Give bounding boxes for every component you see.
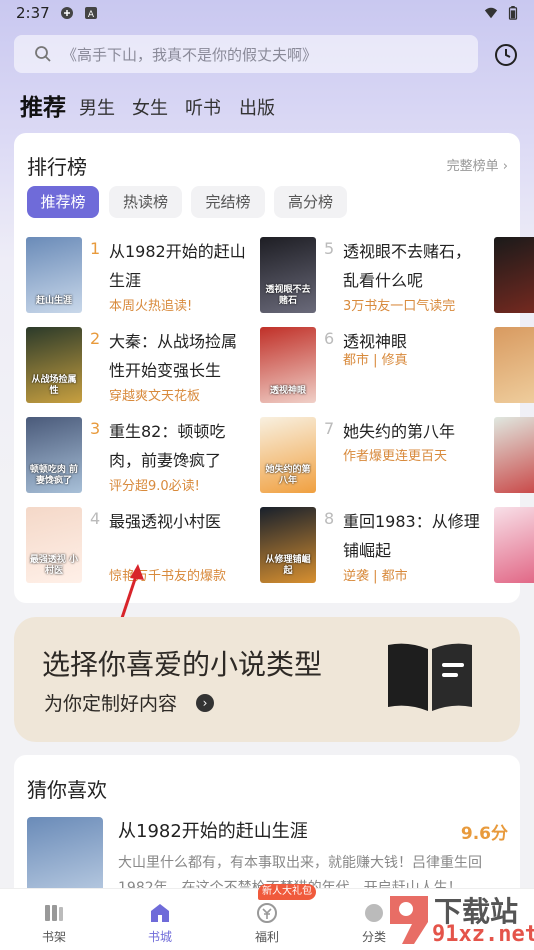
book-cover: 赶山生涯 bbox=[26, 237, 82, 313]
cover-title-art: 顿顿吃肉 前妻馋疯了 bbox=[29, 465, 79, 486]
nav-bookshelf[interactable]: 书架 bbox=[14, 889, 94, 950]
rank-number: 1 bbox=[90, 239, 101, 258]
book-tag: 3万书友一口气读完 bbox=[343, 299, 456, 314]
rank-number: 4 bbox=[90, 509, 101, 528]
search-bar[interactable]: 《高手下山，我真不是你的假丈夫啊》 bbox=[14, 35, 478, 73]
pill-hot[interactable]: 热读榜 bbox=[109, 186, 182, 218]
genre-banner-title: 选择你喜爱的小说类型 bbox=[42, 648, 323, 681]
rank-number: 6 bbox=[324, 329, 335, 348]
book-title[interactable]: 从1982开始的赶山生涯 bbox=[118, 817, 308, 843]
book-title: 透视眼不去赌石，乱看什么呢 bbox=[343, 242, 472, 290]
nav-label: 书城 bbox=[147, 930, 172, 944]
arrow-right-icon: › bbox=[196, 694, 214, 712]
wifi-icon bbox=[484, 7, 498, 19]
book-cover: 透视神眼 bbox=[260, 327, 316, 403]
status-time: 2:37 bbox=[16, 4, 50, 22]
a-notification-icon: A bbox=[85, 7, 97, 20]
coin-icon bbox=[257, 903, 277, 923]
new-user-gift-badge: 新人大礼包 bbox=[258, 884, 316, 900]
nav-bookstore[interactable]: 书城 bbox=[120, 889, 200, 950]
ranking-card: 排行榜 完整榜单 › 推荐榜 热读榜 完结榜 高分榜 赶山生涯 1 从1982开… bbox=[14, 133, 534, 603]
full-ranking-link[interactable]: 完整榜单 › bbox=[447, 155, 508, 174]
bookshelf-icon bbox=[45, 905, 63, 921]
book-tag: 穿越爽文天花板 bbox=[109, 389, 201, 404]
nav-label: 福利 bbox=[254, 930, 279, 944]
watermark-logo-icon bbox=[390, 896, 428, 944]
nav-label: 书架 bbox=[41, 930, 66, 944]
partial-book-cover[interactable] bbox=[494, 327, 534, 403]
rank-number: 7 bbox=[324, 419, 335, 438]
cover-title-art: 透视眼不去赌石 bbox=[265, 285, 311, 306]
search-placeholder: 《高手下山，我真不是你的假丈夫啊》 bbox=[62, 46, 318, 64]
book-title: 大秦：从战场捡属性开始变强长生 bbox=[109, 332, 238, 380]
genre-picker-banner[interactable]: 选择你喜爱的小说类型 为你定制好内容 › bbox=[14, 617, 520, 742]
partial-book-cover[interactable] bbox=[494, 237, 534, 313]
cover-title-art: 从战场捡属性 bbox=[31, 375, 77, 396]
pill-top-rated[interactable]: 高分榜 bbox=[274, 186, 347, 218]
cover-title-art: 透视神眼 bbox=[269, 386, 306, 396]
recommendation-title: 猜你喜欢 bbox=[27, 778, 107, 802]
book-cover: 从战场捡属性 bbox=[26, 327, 82, 403]
book-tag: 作者爆更连更百天 bbox=[343, 449, 448, 464]
site-watermark: 下载站 91xz.net bbox=[380, 888, 534, 950]
tab-female[interactable]: 女生 bbox=[132, 94, 168, 120]
status-bar: 2:37 A bbox=[0, 0, 534, 28]
history-clock-icon[interactable] bbox=[493, 42, 519, 68]
book-cover: 她失约的第八年 bbox=[260, 417, 316, 493]
pill-recommend[interactable]: 推荐榜 bbox=[27, 186, 99, 218]
book-title: 最强透视小村医 bbox=[109, 512, 222, 531]
book-tag: 本周火热追读! bbox=[109, 299, 193, 314]
tab-male[interactable]: 男生 bbox=[79, 94, 115, 120]
bookstore-home-icon bbox=[151, 904, 169, 922]
book-title: 从1982开始的赶山生涯 bbox=[109, 242, 246, 290]
book-tag: 逆袭 | 都市 bbox=[343, 569, 408, 584]
partial-book-cover[interactable] bbox=[494, 507, 534, 583]
book-score: 9.6分 bbox=[460, 824, 508, 844]
rank-number: 5 bbox=[324, 239, 335, 258]
watermark-url: 91xz.net bbox=[432, 922, 534, 947]
cover-title-art: 她失约的第八年 bbox=[265, 465, 311, 486]
book-cover: 从修理铺崛起 bbox=[260, 507, 316, 583]
cover-title-art: 从修理铺崛起 bbox=[265, 555, 311, 576]
book-title: 她失约的第八年 bbox=[343, 422, 456, 441]
ranking-title: 排行榜 bbox=[27, 155, 87, 179]
app-notification-icon bbox=[61, 7, 73, 19]
book-cover: 最强透视 小村医 bbox=[26, 507, 82, 583]
book-title: 重生82：顿顿吃肉，前妻馋疯了 bbox=[109, 422, 226, 470]
tab-publishing[interactable]: 出版 bbox=[239, 94, 275, 120]
book-title: 重回1983：从修理铺崛起 bbox=[343, 512, 480, 560]
cover-title-art: 赶山生涯 bbox=[35, 296, 72, 306]
search-icon bbox=[35, 46, 51, 62]
book-tag: 评分超9.0必读! bbox=[109, 479, 200, 494]
book-cover: 顿顿吃肉 前妻馋疯了 bbox=[26, 417, 82, 493]
rank-number: 3 bbox=[90, 419, 101, 438]
partial-book-cover[interactable] bbox=[494, 417, 534, 493]
book-icon bbox=[388, 643, 472, 711]
genre-banner-subtitle: 为你定制好内容 bbox=[44, 693, 178, 715]
book-cover: 透视眼不去赌石 bbox=[260, 237, 316, 313]
battery-icon bbox=[508, 6, 518, 20]
svg-text:A: A bbox=[88, 10, 95, 20]
pill-finished[interactable]: 完结榜 bbox=[191, 186, 265, 218]
book-tag: 都市 | 修真 bbox=[343, 353, 408, 368]
tab-audiobook[interactable]: 听书 bbox=[185, 94, 221, 120]
rank-number: 2 bbox=[90, 329, 101, 348]
tab-recommend[interactable]: 推荐 bbox=[20, 88, 66, 122]
rank-number: 8 bbox=[324, 509, 335, 528]
cover-title-art: 最强透视 小村医 bbox=[29, 555, 79, 576]
